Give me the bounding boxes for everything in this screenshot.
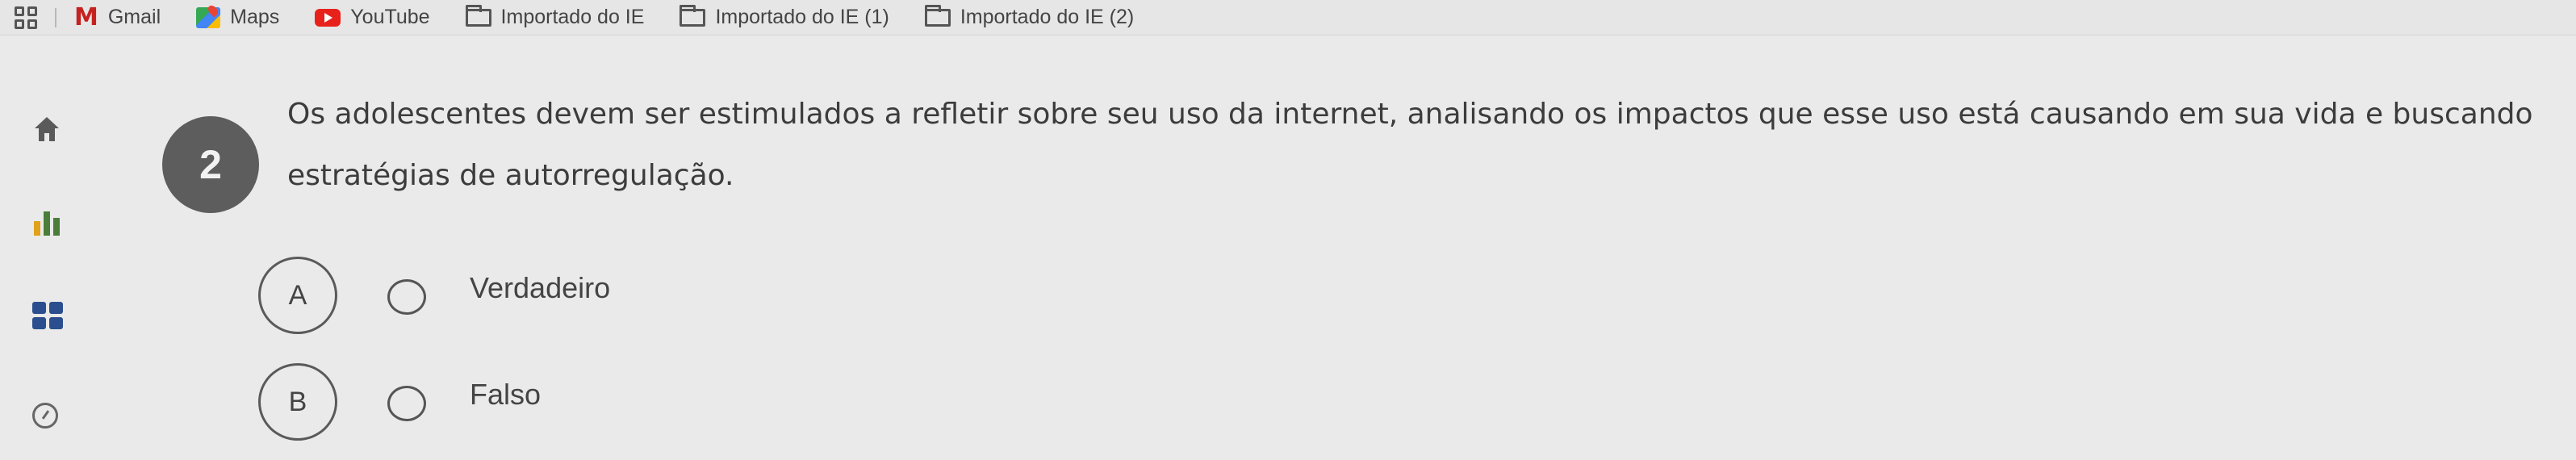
bookmark-label: Maps [230,6,280,28]
option-radio[interactable] [387,386,426,421]
question-number-badge: 2 [162,116,259,213]
home-icon[interactable] [32,115,61,144]
bookmark-label: Gmail [107,6,161,28]
option-label: Falso [470,378,542,411]
bookmark-folder-ie-2[interactable]: Importado do IE (2) [924,4,1135,29]
bookmark-label: YouTube [350,6,430,28]
bookmark-folder-ie-1[interactable]: Importado do IE (1) [680,4,889,29]
option-b[interactable]: B Falso [258,363,710,441]
left-sidebar [0,36,121,460]
grid-icon[interactable] [32,302,63,329]
bookmark-label: Importado do IE (1) [715,6,889,28]
option-label: Verdadeiro [470,271,611,304]
bookmark-label: Importado do IE [500,6,645,28]
apps-grid-icon[interactable] [15,6,37,29]
bookmark-folder-ie[interactable]: Importado do IE [465,4,645,29]
folder-icon [680,4,706,27]
folder-icon [924,4,951,27]
option-a[interactable]: A Verdadeiro [258,257,710,334]
bookmarks-divider [55,7,56,27]
folder-icon [465,4,491,27]
bar-chart-icon[interactable] [32,208,61,236]
bookmark-label: Importado do IE (2) [960,6,1135,28]
question-text: Os adolescentes devem ser estimulados a … [287,98,2533,192]
option-letter: A [258,257,337,334]
bookmark-maps[interactable]: Maps [196,6,279,29]
youtube-icon [315,8,341,27]
bookmark-youtube[interactable]: YouTube [315,6,430,29]
bookmark-gmail[interactable]: M Gmail [74,3,161,31]
gauge-icon[interactable] [32,403,58,429]
option-radio[interactable] [387,279,426,315]
option-letter: B [258,363,337,441]
bookmarks-bar: M Gmail Maps YouTube Importado do IE Imp… [0,0,2576,36]
gmail-icon: M [74,3,98,31]
maps-icon [196,6,221,28]
